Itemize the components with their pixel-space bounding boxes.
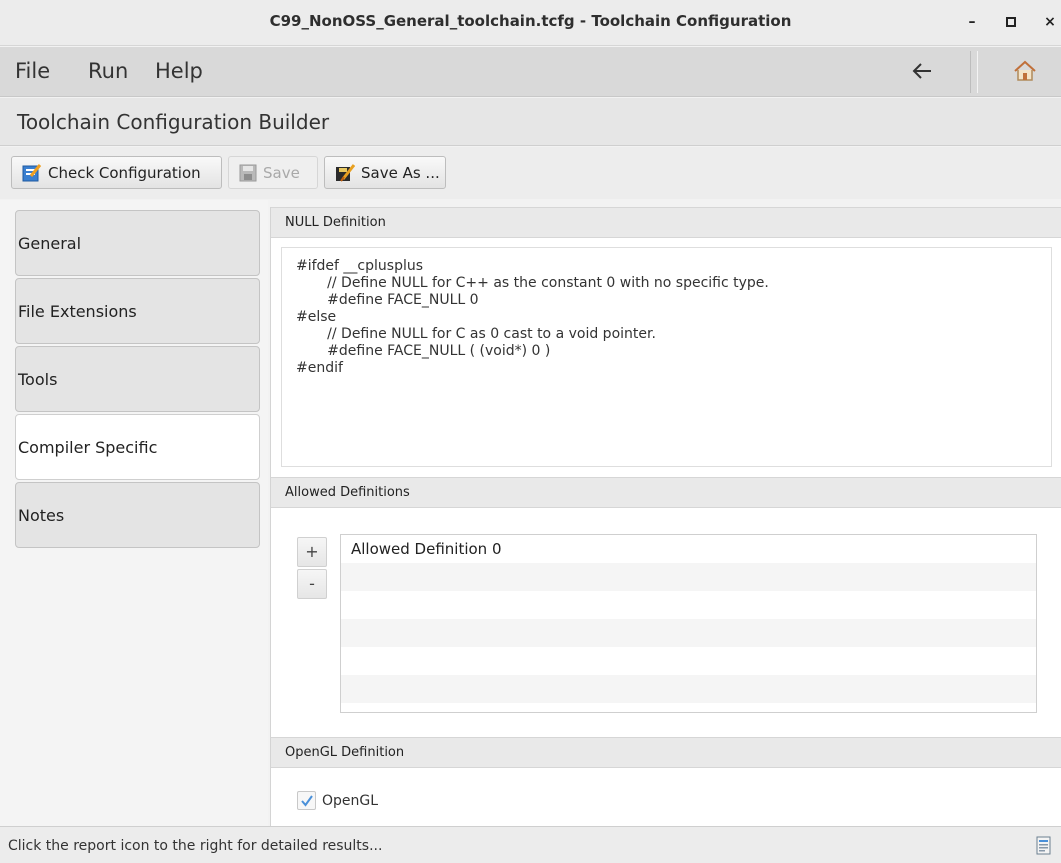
back-button[interactable]: [905, 56, 939, 86]
save-button[interactable]: Save: [228, 156, 318, 189]
check-configuration-button[interactable]: Check Configuration: [11, 156, 222, 189]
opengl-checkbox[interactable]: [297, 791, 316, 810]
list-item: [341, 619, 1036, 647]
compiler-specific-panel: NULL Definition #ifdef __cplusplus // De…: [270, 207, 1061, 826]
save-as-button[interactable]: Save As ...: [324, 156, 446, 189]
floppy-disk-icon: [239, 164, 257, 181]
check-configuration-icon: [22, 163, 42, 181]
tab-label: Tools: [18, 369, 58, 389]
opengl-checkbox-label: OpenGL: [322, 792, 379, 809]
menu-file[interactable]: File: [15, 59, 50, 83]
tab-label: Notes: [18, 505, 65, 525]
tab-notes[interactable]: Notes: [15, 482, 260, 548]
home-icon: [1014, 60, 1036, 81]
allowed-definitions-heading: Allowed Definitions: [271, 477, 1061, 508]
toolbar: Check Configuration Save Save As ...: [0, 147, 1061, 199]
home-button[interactable]: [1008, 55, 1042, 87]
save-label: Save: [263, 163, 300, 182]
window-title: C99_NonOSS_General_toolchain.tcfg - Tool…: [269, 12, 792, 30]
tab-label: File Extensions: [18, 301, 137, 321]
report-icon: [1036, 836, 1051, 855]
menubar: File Run Help: [0, 47, 1061, 97]
menu-separator: [970, 51, 978, 93]
sidebar: General File Extensions Tools Compiler S…: [0, 200, 268, 826]
page-header: Toolchain Configuration Builder: [0, 98, 1061, 146]
tab-file-extensions[interactable]: File Extensions: [15, 278, 260, 344]
list-item: [341, 647, 1036, 675]
arrow-left-icon: [912, 63, 931, 79]
null-definition-heading: NULL Definition: [271, 207, 1061, 238]
check-configuration-label: Check Configuration: [48, 163, 201, 182]
list-item[interactable]: Allowed Definition 0: [341, 535, 1036, 563]
menu-help[interactable]: Help: [155, 59, 203, 83]
add-definition-button[interactable]: +: [297, 537, 327, 567]
null-definition-editor[interactable]: #ifdef __cplusplus // Define NULL for C+…: [281, 247, 1052, 467]
tab-general[interactable]: General: [15, 210, 260, 276]
remove-definition-button[interactable]: -: [297, 569, 327, 599]
save-as-label: Save As ...: [361, 163, 440, 182]
maximize-button[interactable]: [1000, 10, 1022, 34]
check-mark-icon: [300, 794, 313, 807]
status-text: Click the report icon to the right for d…: [8, 838, 383, 854]
opengl-definition-heading: OpenGL Definition: [271, 737, 1061, 768]
page-title: Toolchain Configuration Builder: [17, 110, 330, 134]
allowed-definitions-list[interactable]: Allowed Definition 0: [340, 534, 1037, 713]
list-item: [341, 591, 1036, 619]
close-button[interactable]: ×: [1039, 10, 1061, 34]
menu-run[interactable]: Run: [88, 59, 128, 83]
tab-label: General: [18, 233, 82, 253]
tab-compiler-specific[interactable]: Compiler Specific: [15, 414, 260, 480]
opengl-checkbox-row[interactable]: OpenGL: [297, 791, 378, 810]
list-item: [341, 563, 1036, 591]
minimize-button[interactable]: –: [961, 10, 983, 34]
list-item: [341, 675, 1036, 703]
statusbar: Click the report icon to the right for d…: [0, 826, 1061, 863]
tab-tools[interactable]: Tools: [15, 346, 260, 412]
window-titlebar: C99_NonOSS_General_toolchain.tcfg - Tool…: [0, 0, 1061, 46]
tab-label: Compiler Specific: [18, 437, 158, 457]
save-as-icon: [336, 163, 355, 182]
report-button[interactable]: [1035, 836, 1053, 856]
